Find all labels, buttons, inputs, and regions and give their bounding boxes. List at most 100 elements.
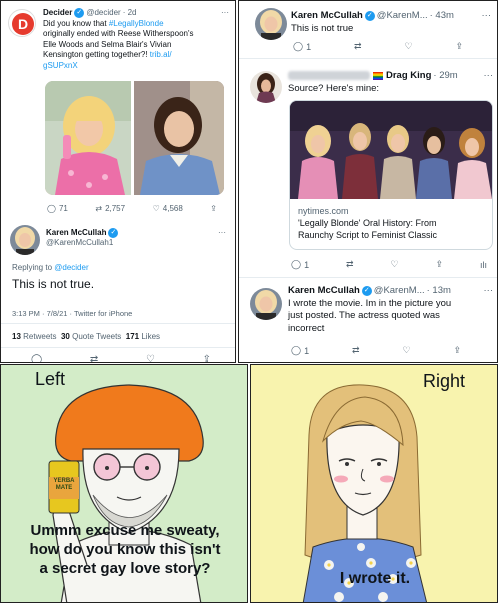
link-card[interactable]: nytimes.com 'Legally Blonde' Oral Histor… xyxy=(289,100,493,250)
karen-avatar[interactable] xyxy=(250,288,282,320)
heart-icon[interactable]: ♡ xyxy=(402,345,410,356)
verified-badge-icon: ✓ xyxy=(361,286,372,297)
retweet-icon[interactable]: ⇄ xyxy=(346,259,354,270)
tweet-header: Decider ✓ @decider · 2d ··· xyxy=(43,8,229,19)
verified-badge-icon: ✓ xyxy=(108,228,119,238)
karen-avatar[interactable] xyxy=(10,225,40,255)
avatar-image xyxy=(10,225,40,255)
svg-text:D: D xyxy=(18,16,28,32)
reply-to-link[interactable]: @decider xyxy=(54,263,88,272)
tweet-header: Drag King · 29m ··· xyxy=(288,69,493,82)
analytics-icon[interactable]: ılı xyxy=(480,259,487,270)
retweet-icon[interactable]: ⇄ xyxy=(352,345,360,356)
author-name[interactable]: Karen McCullah xyxy=(288,285,360,298)
retweet-icon: ⇄ xyxy=(95,204,103,213)
karen-avatar[interactable] xyxy=(255,8,287,40)
more-options-icon[interactable]: ··· xyxy=(218,228,226,238)
reply-icon[interactable]: ◯ xyxy=(31,354,42,362)
tweet-actions: ◯ 71 ⇄ 2,757 ♡ 4,568 ⇪ xyxy=(47,204,217,213)
author-name[interactable]: Decider xyxy=(43,8,72,19)
author-name[interactable]: Karen McCullah xyxy=(46,228,106,238)
like-button[interactable]: ♡ 4,568 xyxy=(153,204,183,213)
quotes-label[interactable]: Quote Tweets xyxy=(72,332,121,341)
reply-button[interactable]: ◯ 1 xyxy=(291,345,309,356)
tweet-text-part: just posted. The actress quoted was xyxy=(288,310,440,321)
yerba-mate-can: YERBA MATE xyxy=(49,478,79,492)
tweet-header: Karen McCullah ✓ ··· xyxy=(46,228,226,238)
tweet-actions: ◯ 1 ⇄ ♡ ⇪ ılı xyxy=(291,259,487,270)
likes-count[interactable]: 171 xyxy=(126,332,139,341)
more-options-icon[interactable]: ··· xyxy=(482,9,492,22)
more-options-icon[interactable]: ··· xyxy=(484,285,494,298)
share-icon[interactable]: ⇪ xyxy=(453,345,461,356)
tweet-link[interactable]: gSUPxnX xyxy=(43,61,78,70)
author-name[interactable]: Drag King xyxy=(386,69,431,82)
decider-avatar[interactable]: D xyxy=(8,9,36,37)
caption-line: a secret gay love story? xyxy=(39,560,211,577)
share-icon[interactable]: ⇪ xyxy=(455,41,463,52)
link-card-image xyxy=(290,101,492,199)
retweets-label[interactable]: Retweets xyxy=(23,332,56,341)
author-handle[interactable]: @KarenMcCullah1 xyxy=(46,238,226,248)
can-label: MATE xyxy=(55,485,73,491)
replying-to-label: Replying to xyxy=(12,263,55,272)
reply-count: 71 xyxy=(58,204,68,213)
card-domain: nytimes.com xyxy=(298,206,349,216)
tweet-photo-left[interactable] xyxy=(45,81,131,195)
hashtag-link[interactable]: #LegallyBlonde xyxy=(109,19,164,28)
tweet-link[interactable]: trib.al/ xyxy=(150,50,172,59)
heart-icon[interactable]: ♡ xyxy=(404,41,412,52)
heart-icon: ♡ xyxy=(152,204,160,213)
tweet-timestamp[interactable]: 3:13 PM · 7/8/21 · Twitter for iPhone xyxy=(12,309,132,318)
rainbow-flag-icon xyxy=(373,71,383,80)
share-icon[interactable]: ⇪ xyxy=(435,259,443,270)
heart-icon[interactable]: ♡ xyxy=(390,259,398,270)
reply-button[interactable]: ◯ 1 xyxy=(291,259,309,270)
author-name[interactable]: Karen McCullah xyxy=(291,9,363,22)
reply-button[interactable]: ◯ 1 xyxy=(293,41,311,52)
more-options-icon[interactable]: ··· xyxy=(484,69,494,82)
heart-icon[interactable]: ♡ xyxy=(146,354,155,362)
blurred-display-name[interactable] xyxy=(288,71,370,80)
tweet-stats: 13 Retweets 30 Quote Tweets 171 Likes xyxy=(12,332,160,341)
panel-decider-thread: D Decider ✓ @decider · 2d ··· Did you kn… xyxy=(0,0,236,363)
retweets-count[interactable]: 13 xyxy=(12,332,21,341)
author-handle[interactable]: @decider xyxy=(86,8,120,19)
caption-line: Ummm excuse me sweaty, xyxy=(30,522,220,539)
card-title: Raunchy Script to Feminist Classic xyxy=(298,230,438,240)
retweet-icon[interactable]: ⇄ xyxy=(354,41,362,52)
tweet-text: I wrote the movie. Im in the picture you… xyxy=(288,298,493,336)
tweet-text-part: I wrote the movie. Im in the picture you xyxy=(288,297,452,309)
drag-king-avatar[interactable] xyxy=(250,71,282,103)
share-icon[interactable]: ⇪ xyxy=(203,354,211,362)
reply-icon: ◯ xyxy=(47,204,56,213)
retweet-icon[interactable]: ⇄ xyxy=(90,354,98,362)
avatar-image xyxy=(250,71,282,103)
card-title: 'Legally Blonde' Oral History: From xyxy=(298,218,437,228)
tweet-time[interactable]: · 29m xyxy=(433,69,457,82)
likes-label[interactable]: Likes xyxy=(141,332,160,341)
reply-count: 1 xyxy=(304,259,310,270)
tweet-text-part: incorrect xyxy=(288,322,325,334)
author-handle[interactable]: @KarenM... xyxy=(374,285,425,298)
photo-reese-image xyxy=(45,81,131,195)
tweet-text-part: originally ended with Reese Witherspoon'… xyxy=(43,29,194,38)
more-options-icon[interactable]: ··· xyxy=(221,8,229,19)
reply-button[interactable]: ◯ 71 xyxy=(47,204,68,213)
tweet-text: This is not true xyxy=(291,23,354,34)
tweet-actions: ◯ 1 ⇄ ♡ ⇪ xyxy=(293,41,463,52)
tweet-header: Karen McCullah ✓ @KarenM... · 13m ··· xyxy=(288,285,493,298)
tweet-photo-right[interactable] xyxy=(134,81,224,195)
tweet-time[interactable]: · 43m xyxy=(430,9,454,22)
retweet-button[interactable]: ⇄ 2,757 xyxy=(95,204,125,213)
share-button[interactable]: ⇪ xyxy=(210,204,217,213)
tweet-time[interactable]: · 13m xyxy=(427,285,451,298)
photo-selma-image xyxy=(134,81,224,195)
like-count: 4,568 xyxy=(162,204,183,213)
tweet-time[interactable]: · 2d xyxy=(123,8,137,19)
author-handle[interactable]: @KarenM... xyxy=(377,9,428,22)
quotes-count[interactable]: 30 xyxy=(61,332,70,341)
divider xyxy=(1,347,235,348)
tweet-text: This is not true. xyxy=(12,277,95,291)
divider xyxy=(1,323,235,324)
